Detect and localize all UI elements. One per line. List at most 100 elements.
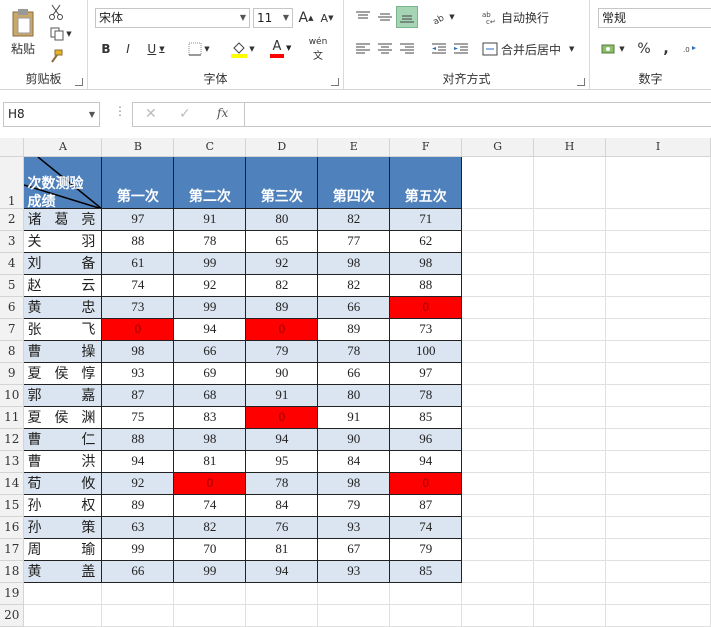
cell[interactable] [461, 603, 535, 627]
name-cell[interactable]: 黄忠 [23, 295, 103, 319]
score-cell[interactable]: 78 [245, 471, 319, 495]
cell[interactable] [533, 207, 607, 231]
name-cell[interactable]: 曹洪 [23, 449, 103, 473]
orientation-button[interactable]: ab ▼ [428, 6, 458, 28]
score-cell[interactable]: 93 [317, 515, 391, 539]
cell[interactable] [461, 405, 535, 429]
cell[interactable] [461, 515, 535, 539]
align-center-button[interactable] [374, 38, 396, 60]
cell[interactable] [461, 581, 535, 605]
score-cell[interactable]: 99 [101, 537, 175, 561]
score-cell[interactable]: 84 [245, 493, 319, 517]
row-header[interactable]: 3 [0, 230, 25, 253]
score-cell[interactable]: 85 [389, 559, 463, 583]
align-middle-button[interactable] [374, 6, 396, 28]
score-cell[interactable]: 93 [317, 559, 391, 583]
cell[interactable] [533, 295, 607, 319]
score-cell[interactable]: 66 [173, 339, 247, 363]
score-cell[interactable]: 92 [245, 251, 319, 275]
name-cell[interactable]: 周瑜 [23, 537, 103, 561]
score-cell[interactable]: 94 [245, 427, 319, 451]
score-cell[interactable]: 89 [245, 295, 319, 319]
row-header[interactable]: 14 [0, 472, 25, 495]
score-cell[interactable]: 99 [173, 251, 247, 275]
score-cell[interactable]: 74 [173, 493, 247, 517]
underline-button[interactable]: U ▼ [141, 39, 171, 59]
cell[interactable] [605, 427, 711, 451]
score-cell[interactable]: 98 [101, 339, 175, 363]
cell[interactable] [533, 155, 607, 209]
score-cell[interactable]: 95 [245, 449, 319, 473]
cell[interactable] [533, 471, 607, 495]
score-cell[interactable]: 0 [173, 471, 247, 495]
name-cell[interactable]: 张飞 [23, 317, 103, 341]
cell[interactable] [317, 603, 391, 627]
cell[interactable] [533, 581, 607, 605]
score-cell[interactable]: 90 [317, 427, 391, 451]
score-cell[interactable]: 78 [317, 339, 391, 363]
row-header[interactable]: 8 [0, 340, 25, 363]
row-header[interactable]: 9 [0, 362, 25, 385]
score-cell[interactable]: 100 [389, 339, 463, 363]
format-painter-button[interactable] [46, 46, 66, 66]
cell[interactable] [605, 581, 711, 605]
row-header[interactable]: 1 [0, 156, 25, 209]
percent-button[interactable]: % [634, 38, 654, 60]
increase-decimal-button[interactable]: .0 [680, 38, 702, 60]
row-header[interactable]: 15 [0, 494, 25, 517]
row-header[interactable]: 16 [0, 516, 25, 539]
column-header[interactable]: H [533, 138, 607, 157]
worksheet-grid[interactable]: A B C D E F G H I 1 次数测验 成绩 第一次 第二次 第三次 … [0, 138, 711, 627]
column-header[interactable]: I [605, 138, 711, 157]
font-name-combo[interactable]: 宋体 ▼ [95, 8, 250, 28]
cell[interactable] [461, 273, 535, 297]
insert-function-button[interactable]: fx [217, 106, 228, 120]
dialog-launcher-icon[interactable] [331, 78, 339, 86]
cell[interactable] [533, 427, 607, 451]
score-cell[interactable]: 80 [317, 383, 391, 407]
score-cell[interactable]: 73 [101, 295, 175, 319]
score-cell[interactable]: 79 [317, 493, 391, 517]
name-cell[interactable]: 孙策 [23, 515, 103, 539]
score-cell[interactable]: 94 [389, 449, 463, 473]
score-cell[interactable]: 99 [173, 559, 247, 583]
score-cell[interactable]: 90 [245, 361, 319, 385]
column-header[interactable]: A [23, 138, 103, 157]
score-cell[interactable]: 0 [245, 317, 319, 341]
score-cell[interactable]: 68 [173, 383, 247, 407]
score-cell[interactable]: 79 [389, 537, 463, 561]
cell[interactable] [605, 493, 711, 517]
score-cell[interactable]: 85 [389, 405, 463, 429]
comma-style-button[interactable]: , [656, 38, 676, 60]
score-cell[interactable]: 77 [317, 229, 391, 253]
score-cell[interactable]: 98 [389, 251, 463, 275]
cell[interactable] [605, 339, 711, 363]
score-cell[interactable]: 61 [101, 251, 175, 275]
diagonal-header-cell[interactable]: 次数测验 成绩 [23, 155, 103, 209]
score-cell[interactable]: 92 [101, 471, 175, 495]
cell[interactable] [461, 361, 535, 385]
row-header[interactable]: 2 [0, 208, 25, 231]
number-format-combo[interactable]: 常规 [598, 8, 711, 28]
score-cell[interactable]: 92 [173, 273, 247, 297]
row-header[interactable]: 18 [0, 560, 25, 583]
score-cell[interactable]: 81 [173, 449, 247, 473]
score-cell[interactable]: 63 [101, 515, 175, 539]
column-header[interactable]: G [461, 138, 535, 157]
borders-button[interactable]: ▼ [184, 39, 214, 59]
name-cell[interactable]: 荀攸 [23, 471, 103, 495]
score-cell[interactable]: 69 [173, 361, 247, 385]
row-header[interactable]: 4 [0, 252, 25, 275]
column-title-cell[interactable]: 第三次 [245, 155, 319, 209]
cell[interactable] [461, 537, 535, 561]
name-cell[interactable]: 赵云 [23, 273, 103, 297]
name-cell[interactable]: 曹仁 [23, 427, 103, 451]
wrap-text-button[interactable]: ab c↵ 自动换行 [482, 6, 552, 28]
cell[interactable] [461, 427, 535, 451]
score-cell[interactable]: 89 [101, 493, 175, 517]
cell[interactable] [605, 207, 711, 231]
cell[interactable] [461, 251, 535, 275]
score-cell[interactable]: 88 [101, 229, 175, 253]
score-cell[interactable]: 0 [389, 471, 463, 495]
score-cell[interactable]: 96 [389, 427, 463, 451]
